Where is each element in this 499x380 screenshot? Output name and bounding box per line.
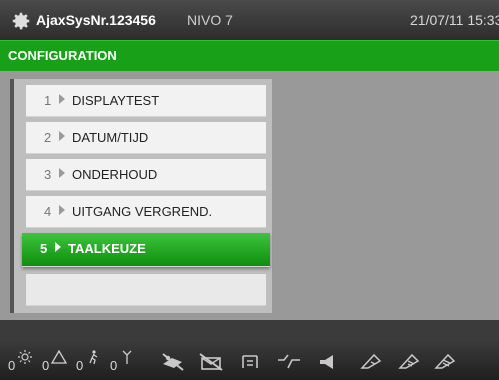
menu-item-displaytest[interactable]: 1 DISPLAYTEST — [26, 85, 266, 117]
menu-item-datum-tijd[interactable]: 2 DATUM/TIJD — [26, 122, 266, 154]
arrow-right-icon — [55, 242, 61, 252]
bypass-icon — [278, 354, 300, 369]
no-intruder-icon — [162, 353, 184, 371]
status-bar: 0 0 0 0 — [0, 342, 499, 380]
date-time: 21/07/11 15:33 — [410, 12, 499, 28]
content-area: 1 DISPLAYTEST 2 DATUM/TIJD 3 ONDERHOUD 4… — [0, 71, 499, 320]
partition-3-icon — [434, 353, 456, 369]
sun-icon — [18, 350, 32, 364]
warning-triangle-icon — [50, 350, 68, 364]
speaker-icon — [320, 355, 333, 369]
arrow-right-icon — [59, 168, 65, 178]
menu-item-number: 2 — [44, 130, 52, 145]
menu-item-label: DISPLAYTEST — [72, 93, 160, 108]
menu-item-number: 3 — [44, 167, 52, 182]
arrow-right-icon — [59, 205, 65, 215]
menu-item-uitgang-vergrend[interactable]: 4 UITGANG VERGREND. — [26, 196, 266, 228]
menu-item-onderhoud[interactable]: 3 ONDERHOUD — [26, 159, 266, 191]
menu-item-number: 5 — [40, 241, 48, 256]
antenna-icon — [122, 350, 132, 364]
gear-icon — [12, 12, 30, 30]
partition-2-icon — [398, 353, 420, 369]
status-counter: 0 — [110, 350, 150, 374]
page-title: CONFIGURATION — [8, 48, 117, 63]
menu-panel: 1 DISPLAYTEST 2 DATUM/TIJD 3 ONDERHOUD 4… — [10, 79, 272, 313]
system-name: AjaxSysNr.123456 — [36, 12, 156, 28]
top-bar: AjaxSysNr.123456 NIVO 7 21/07/11 15:33 — [0, 0, 499, 40]
title-bar: CONFIGURATION — [0, 40, 499, 71]
arrow-right-icon — [59, 131, 65, 141]
tamper-icon — [242, 355, 258, 368]
user-level: NIVO 7 — [187, 12, 233, 28]
menu-item-label: TAALKEUZE — [68, 241, 146, 256]
separator-bar — [0, 320, 499, 342]
partition-1-icon — [360, 353, 382, 369]
arrow-right-icon — [59, 94, 65, 104]
menu-item-empty — [26, 274, 266, 306]
menu-item-label: ONDERHOUD — [72, 167, 158, 182]
menu-item-label: DATUM/TIJD — [72, 130, 149, 145]
menu-item-number: 4 — [44, 204, 52, 219]
no-mail-icon — [199, 353, 223, 371]
menu-item-label: UITGANG VERGREND. — [72, 204, 213, 219]
menu-item-taalkeuze[interactable]: 5 TAALKEUZE — [22, 233, 270, 267]
menu-item-number: 1 — [44, 93, 52, 108]
person-walking-icon — [89, 350, 98, 364]
